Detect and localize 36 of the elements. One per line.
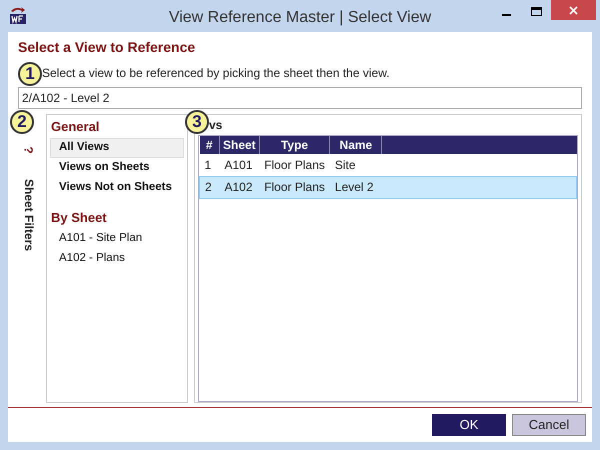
table-cell: Floor Plans [259,176,330,198]
table-cell: A101 [220,154,260,176]
instruction-text: Select a view to be referenced by picking the sheet then the view. [42,65,390,82]
filter-item[interactable]: Views Not on Sheets [50,178,184,198]
table-cell: Site [330,154,382,176]
selection-field[interactable]: 2/A102 - Level 2 [18,87,582,109]
column-header[interactable]: # [200,136,220,154]
table-cell: Floor Plans [259,154,330,176]
cancel-button[interactable]: Cancel [512,414,586,436]
callout-badge: 1 [18,62,42,86]
table-cell: 1 [200,154,220,176]
column-header[interactable]: Name [330,136,382,154]
ok-button[interactable]: OK [432,414,506,436]
close-icon [569,6,578,14]
filter-item[interactable]: Views on Sheets [50,158,184,178]
window-title: View Reference Master | Select View [168,8,432,28]
help-icon: ? [23,146,35,154]
close-button[interactable] [551,0,596,20]
table-cell: A102 [220,176,260,198]
filter-item[interactable]: A102 - Plans [50,249,184,269]
dialog-heading: Select a View to Reference [17,38,196,57]
column-header[interactable]: Sheet [220,136,260,154]
sheet-filters-tab[interactable]: Sheet Filters [21,160,37,270]
callout-badge: 2 [10,110,34,134]
table-cell: 2 [200,176,220,198]
filter-item[interactable]: A101 - Site Plan [50,229,184,249]
table-cell: Level 2 [330,176,382,198]
table-row[interactable]: 1 A101 Floor Plans Site [200,154,576,176]
filter-item[interactable]: All Views [50,138,184,158]
group-heading: General [50,118,100,136]
app-logo-icon [8,5,28,25]
section-heading: vs [209,117,222,134]
maximize-button[interactable] [531,7,542,16]
group-heading: By Sheet [50,208,108,227]
callout-badge: 3 [185,110,209,134]
column-header[interactable]: Type [259,136,330,154]
